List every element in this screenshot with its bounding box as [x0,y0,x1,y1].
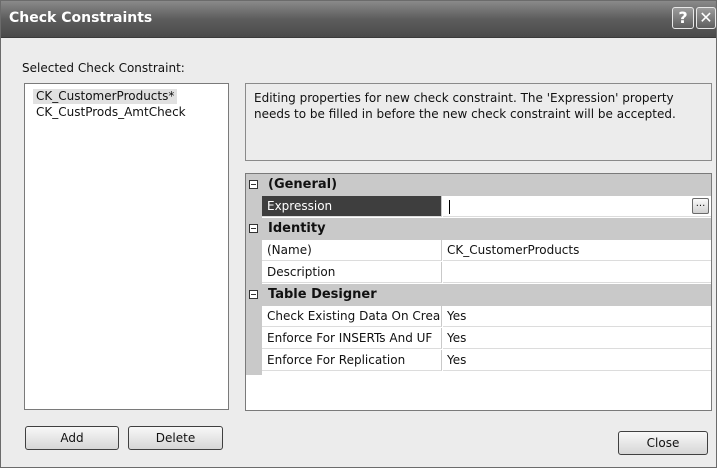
expression-builder-button[interactable]: ... [692,198,709,214]
property-name[interactable]: Enforce For INSERTs And UF [262,328,442,349]
collapse-icon[interactable] [249,180,258,189]
property-description: Editing properties for new check constra… [245,83,712,161]
property-row-description[interactable]: Description [246,262,711,284]
category-label: Identity [268,221,326,236]
category-label: Table Designer [268,287,377,302]
property-name[interactable]: Check Existing Data On Crea [262,306,442,327]
check-constraints-dialog: Check Constraints ? ✕ Selected Check Con… [0,0,717,468]
constraint-list[interactable]: CK_CustomerProducts* CK_CustProds_AmtChe… [24,83,229,410]
delete-button[interactable]: Delete [128,426,223,450]
text-caret [449,200,450,214]
property-row-name[interactable]: (Name) CK_CustomerProducts [246,240,711,262]
title-bar[interactable]: Check Constraints ? ✕ [1,1,716,38]
property-grid: (General) Expression ... Identity (Name)… [245,173,712,411]
property-name[interactable]: Description [262,262,442,283]
property-row-check-existing-data[interactable]: Check Existing Data On Crea Yes [246,306,711,328]
category-identity[interactable]: Identity [246,218,711,240]
property-value[interactable]: Yes [443,350,711,371]
property-value[interactable] [443,262,711,283]
expression-input[interactable]: ... [443,196,711,217]
property-row-enforce-inserts[interactable]: Enforce For INSERTs And UF Yes [246,328,711,350]
list-item-ck-customerproducts[interactable]: CK_CustomerProducts* [33,89,178,104]
add-button[interactable]: Add [25,426,119,450]
property-name[interactable]: (Name) [262,240,442,261]
category-general[interactable]: (General) [246,174,711,196]
collapse-icon[interactable] [249,224,258,233]
property-value[interactable]: Yes [443,328,711,349]
close-button[interactable]: Close [618,431,708,455]
property-name[interactable]: Enforce For Replication [262,350,442,371]
category-table-designer[interactable]: Table Designer [246,284,711,306]
property-value[interactable]: CK_CustomerProducts [443,240,711,261]
collapse-icon[interactable] [249,290,258,299]
window-title: Check Constraints [9,10,153,26]
property-row-enforce-replication[interactable]: Enforce For Replication Yes [246,350,711,372]
selected-constraint-label: Selected Check Constraint: [22,61,185,75]
category-label: (General) [268,177,338,192]
property-name[interactable]: Expression [262,196,442,217]
list-item-ck-custprods-amtcheck[interactable]: CK_CustProds_AmtCheck [33,105,189,120]
help-button[interactable]: ? [672,7,694,29]
property-row-expression[interactable]: Expression ... [246,196,711,218]
window-close-button[interactable]: ✕ [696,7,716,29]
property-value[interactable]: Yes [443,306,711,327]
